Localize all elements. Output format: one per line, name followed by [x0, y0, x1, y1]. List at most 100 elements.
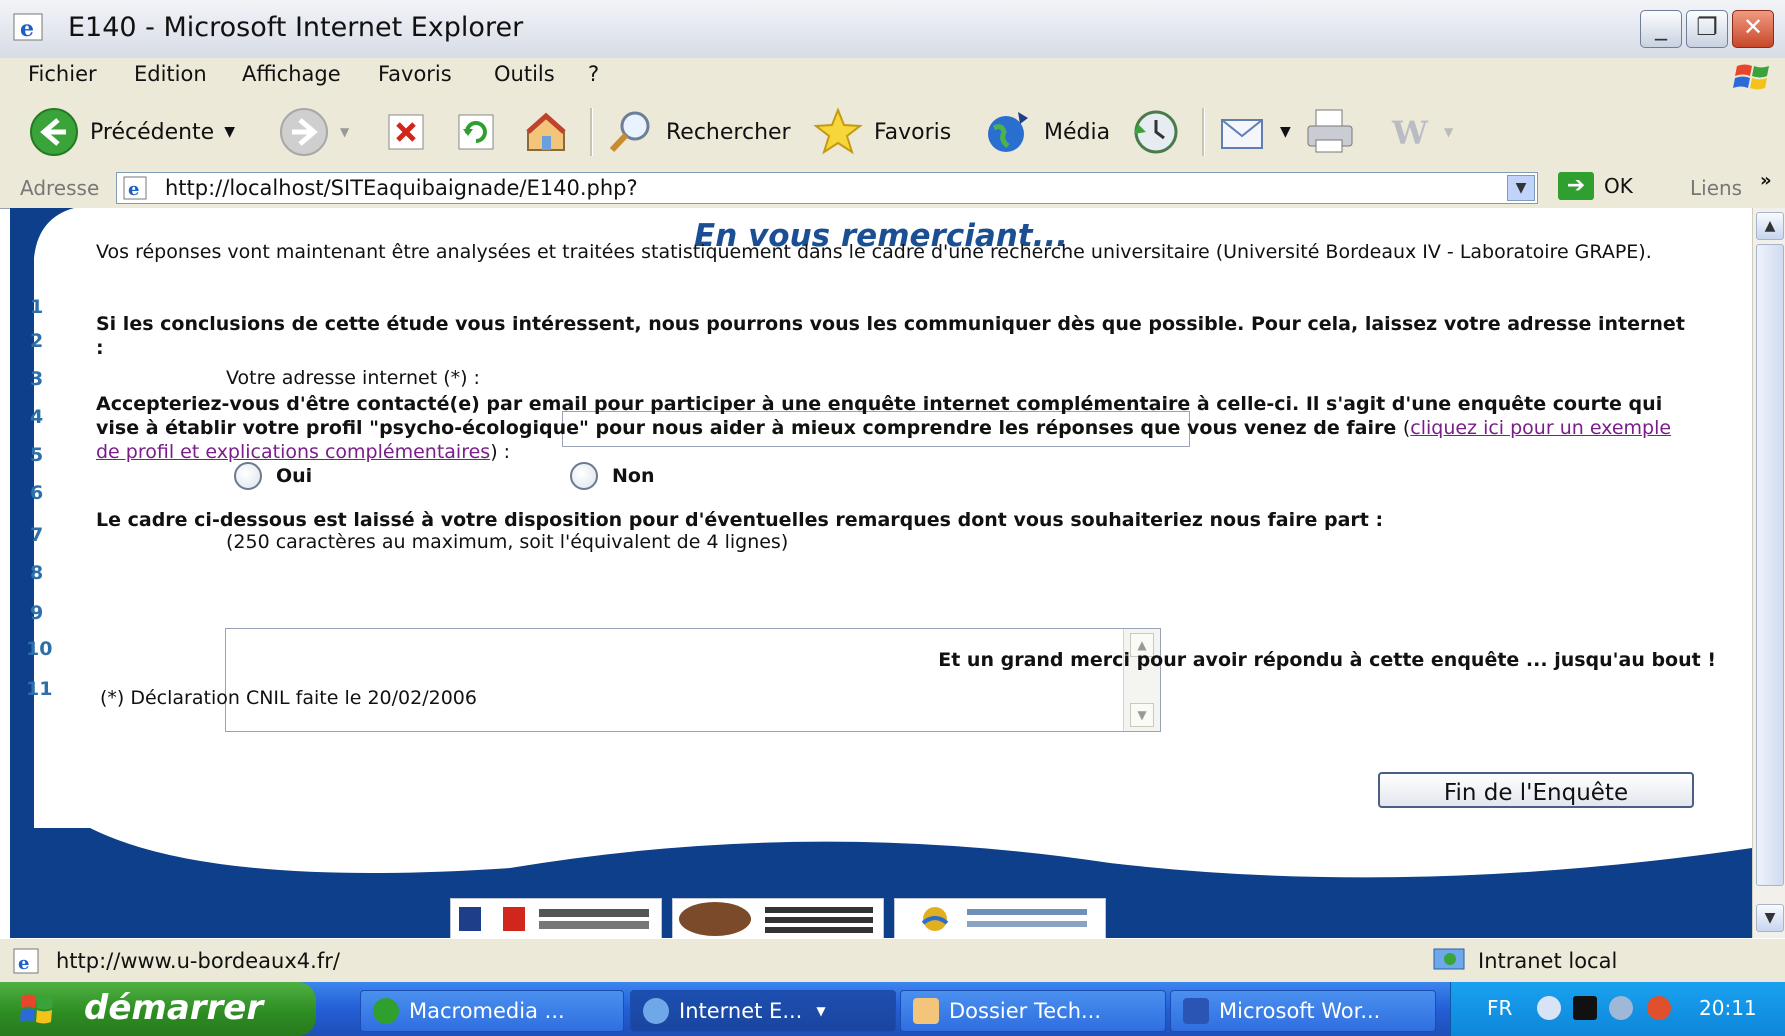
- search-button[interactable]: Rechercher: [604, 104, 791, 160]
- taskbar: démarrer Macromedia ... Internet E... ▼ …: [0, 982, 1785, 1036]
- forward-button[interactable]: ▼: [278, 104, 349, 160]
- thanks-text: Et un grand merci pour avoir répondu à c…: [938, 649, 1716, 671]
- home-button[interactable]: [522, 104, 570, 160]
- minimize-icon: _: [1655, 13, 1667, 41]
- mail-icon: [1221, 119, 1263, 149]
- ie-icon: [643, 998, 669, 1024]
- address-bar: Adresse e http://localhost/SITEaquibaign…: [0, 168, 1785, 209]
- back-arrow-icon: [30, 108, 78, 156]
- task-group-dropdown-icon[interactable]: ▼: [816, 1004, 825, 1018]
- search-label: Rechercher: [666, 119, 791, 145]
- step-number: 3: [30, 368, 44, 390]
- task-label: Microsoft Wor...: [1219, 999, 1381, 1023]
- textarea-scrollbar[interactable]: ▲ ▼: [1123, 629, 1160, 731]
- contact-suffix: :: [497, 441, 511, 463]
- minimize-button[interactable]: _: [1640, 10, 1682, 48]
- radio-non[interactable]: [570, 462, 598, 490]
- intro-text: Vos réponses vont maintenant être analys…: [96, 241, 1652, 263]
- step-number: 8: [30, 562, 44, 584]
- mail-dropdown-icon[interactable]: ▼: [1280, 124, 1291, 140]
- step-number: 11: [26, 678, 53, 700]
- start-button[interactable]: démarrer: [0, 982, 316, 1036]
- remarks-label: Le cadre ci-dessous est laissé à votre d…: [96, 509, 1384, 531]
- forward-dropdown-icon[interactable]: ▼: [340, 125, 349, 139]
- clock: 20:11: [1699, 996, 1757, 1020]
- page-content: 1 2 3 4 5 6 7 8 9 10 11 En vous remercia…: [10, 208, 1752, 938]
- back-button[interactable]: Précédente ▼: [28, 104, 235, 160]
- prefecture-logo: [450, 898, 662, 938]
- task-label: Macromedia ...: [409, 999, 565, 1023]
- network-icon[interactable]: [1609, 996, 1633, 1020]
- window-title: E140 - Microsoft Internet Explorer: [68, 12, 524, 43]
- back-dropdown-icon[interactable]: ▼: [224, 124, 235, 140]
- back-label: Précédente: [90, 119, 215, 145]
- address-label: Adresse: [20, 176, 100, 200]
- media-globe-icon: [988, 112, 1028, 152]
- refresh-icon: [458, 114, 494, 150]
- search-icon: [609, 111, 650, 153]
- scroll-up-icon[interactable]: ▲: [1756, 212, 1784, 240]
- macromedia-icon: [373, 998, 399, 1024]
- page-icon: e: [123, 176, 147, 200]
- word-icon: W: [1391, 114, 1429, 152]
- remarks-textarea[interactable]: ▲ ▼: [225, 628, 1161, 732]
- svg-text:e: e: [18, 953, 29, 974]
- radio-oui[interactable]: [234, 462, 262, 490]
- star-icon: [813, 107, 863, 155]
- links-chevron-icon[interactable]: »: [1760, 170, 1772, 191]
- scroll-thumb[interactable]: [1756, 244, 1784, 886]
- history-button[interactable]: [1130, 104, 1182, 160]
- refresh-button[interactable]: [455, 104, 497, 160]
- go-label: OK: [1604, 174, 1633, 198]
- menu-affichage[interactable]: Affichage: [242, 62, 341, 86]
- print-button[interactable]: [1304, 104, 1356, 160]
- mail-button[interactable]: ▼: [1218, 104, 1291, 160]
- security-alert-icon[interactable]: [1647, 996, 1671, 1020]
- task-label: Internet E...: [679, 999, 803, 1023]
- favorites-button[interactable]: Favoris: [812, 104, 951, 160]
- windows-logo-icon: [20, 994, 53, 1024]
- close-button[interactable]: ✕: [1732, 10, 1774, 48]
- task-dossier[interactable]: Dossier Tech...: [900, 990, 1166, 1032]
- svg-text:e: e: [128, 179, 139, 200]
- stop-icon: [388, 114, 424, 150]
- menu-edition[interactable]: Edition: [134, 62, 207, 86]
- cnil-note: (*) Déclaration CNIL faite le 20/02/2006: [100, 687, 477, 709]
- email-label: Votre adresse internet (*) :: [226, 367, 480, 389]
- task-macromedia[interactable]: Macromedia ...: [360, 990, 624, 1032]
- task-internet-explorer[interactable]: Internet E... ▼: [630, 990, 896, 1032]
- go-button[interactable]: ➔ OK: [1558, 172, 1633, 200]
- menu-bar: Fichier Edition Affichage Favoris Outils…: [0, 58, 1785, 97]
- restore-button[interactable]: ❐: [1686, 10, 1728, 48]
- status-bar: e http://www.u-bordeaux4.fr/ Intranet lo…: [0, 938, 1785, 983]
- tray-app-icon[interactable]: [1573, 996, 1597, 1020]
- menu-outils[interactable]: Outils: [494, 62, 555, 86]
- start-label: démarrer: [84, 988, 264, 1028]
- finish-survey-button[interactable]: Fin de l'Enquête: [1378, 772, 1694, 808]
- step-number: 9: [30, 602, 44, 624]
- word-edit-button[interactable]: W ▼: [1390, 104, 1453, 160]
- conclusions-text: Si les conclusions de cette étude vous i…: [96, 313, 1685, 359]
- menu-fichier[interactable]: Fichier: [28, 62, 97, 86]
- address-input[interactable]: e http://localhost/SITEaquibaignade/E140…: [116, 172, 1538, 204]
- scroll-down-icon[interactable]: ▼: [1130, 703, 1154, 727]
- menu-favoris[interactable]: Favoris: [378, 62, 452, 86]
- system-tray: FR 20:11: [1450, 982, 1785, 1036]
- step-number: 5: [30, 444, 44, 466]
- scroll-down-icon[interactable]: ▼: [1756, 904, 1784, 932]
- language-indicator[interactable]: FR: [1487, 996, 1512, 1020]
- edit-dropdown-icon[interactable]: ▼: [1444, 125, 1453, 139]
- security-zone-label: Intranet local: [1478, 949, 1618, 973]
- stop-button[interactable]: [385, 104, 427, 160]
- media-label: Média: [1044, 119, 1111, 145]
- step-number: 7: [30, 524, 44, 546]
- media-button[interactable]: Média: [982, 104, 1110, 160]
- address-dropdown-icon[interactable]: ▼: [1507, 175, 1535, 201]
- tray-expand-icon[interactable]: [1537, 996, 1561, 1020]
- task-microsoft-word[interactable]: Microsoft Wor...: [1170, 990, 1436, 1032]
- page-scrollbar[interactable]: ▲ ▼: [1752, 208, 1785, 938]
- links-label[interactable]: Liens: [1690, 176, 1742, 200]
- folder-icon: [913, 998, 939, 1024]
- printer-icon: [1307, 109, 1353, 153]
- menu-help[interactable]: ?: [588, 62, 599, 86]
